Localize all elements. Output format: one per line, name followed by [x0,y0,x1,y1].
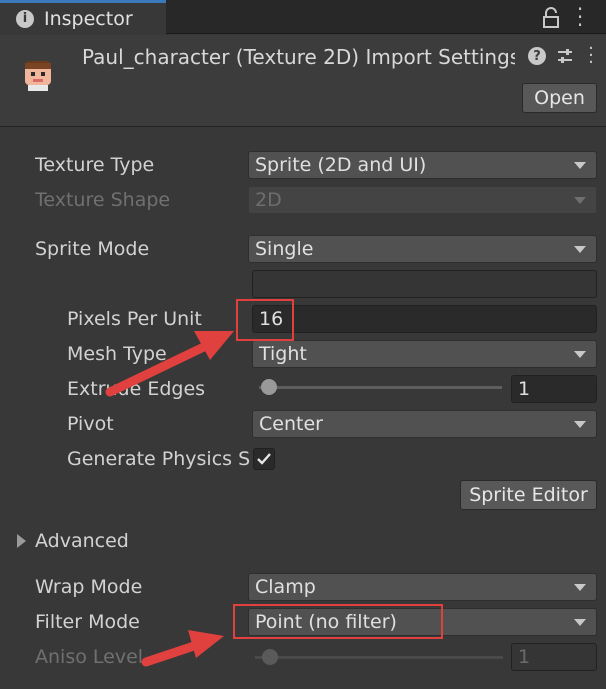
texture-shape-label: Texture Shape [35,189,171,211]
more-menu-icon[interactable]: · · · [574,0,586,35]
generate-physics-shape-label: Generate Physics Shape [67,448,251,470]
pivot-dropdown[interactable]: Center [252,410,597,438]
advanced-foldout-label[interactable]: Advanced [35,530,129,552]
texture-shape-value: 2D [255,189,282,211]
mesh-type-dropdown[interactable]: Tight [252,340,597,368]
texture-type-value: Sprite (2D and UI) [255,154,427,176]
annotation-highlight-pixels-per-unit [236,299,294,341]
wrap-mode-dropdown[interactable]: Clamp [248,573,597,601]
pivot-label: Pivot [67,413,114,435]
chevron-down-icon [574,421,586,428]
chevron-down-icon [574,197,586,204]
packing-tag-field [252,270,597,298]
checkmark-icon [257,453,271,465]
extrude-edges-slider-track[interactable] [259,386,502,389]
chevron-down-icon [574,162,586,169]
help-icon[interactable]: ? [528,47,546,65]
header-more-icon[interactable]: · · · [586,40,596,72]
foldout-arrow-icon[interactable] [17,534,26,548]
wrap-mode-value: Clamp [255,576,316,598]
mesh-type-value: Tight [259,343,307,365]
sprite-editor-button[interactable]: Sprite Editor [460,480,597,510]
texture-type-label: Texture Type [35,154,155,176]
chevron-down-icon [574,246,586,253]
sprite-mode-value: Single [255,238,314,260]
chevron-down-icon [574,619,586,626]
aniso-level-slider-thumb [261,649,278,665]
pixels-per-unit-field[interactable]: 16 [252,305,597,333]
extrude-edges-field[interactable]: 1 [511,375,597,403]
wrap-mode-label: Wrap Mode [35,576,143,598]
extrude-edges-slider-thumb[interactable] [260,379,277,395]
sprite-mode-label: Sprite Mode [35,238,150,260]
open-button[interactable]: Open [522,83,597,113]
annotation-arrow-icon [141,630,224,667]
aniso-level-field: 1 [511,643,597,671]
annotation-highlight-filter-mode [233,604,443,639]
texture-shape-dropdown: 2D [248,186,597,214]
tab-bar: i Inspector · · · [0,0,606,35]
aniso-level-slider-track [255,656,503,659]
tab-inspector[interactable]: i Inspector [0,0,166,34]
chevron-down-icon [574,351,586,358]
aniso-level-label: Aniso Level [35,646,144,668]
pixels-per-unit-label: Pixels Per Unit [67,308,202,330]
asset-header: Paul_character (Texture 2D) Import Setti… [0,35,606,127]
character-avatar-icon [25,61,51,91]
presets-icon[interactable] [556,47,574,65]
mesh-type-label: Mesh Type [67,343,167,365]
info-icon: i [16,9,34,28]
chevron-down-icon [574,584,586,591]
texture-type-dropdown[interactable]: Sprite (2D and UI) [248,151,597,179]
lock-icon[interactable] [541,7,561,29]
sprite-mode-dropdown[interactable]: Single [248,235,597,263]
tab-label: Inspector [44,7,133,30]
extrude-edges-label: Extrude Edges [67,378,206,400]
filter-mode-label: Filter Mode [35,611,140,633]
generate-physics-shape-checkbox[interactable] [253,448,275,470]
pivot-value: Center [259,413,323,435]
asset-title: Paul_character (Texture 2D) Import Setti… [82,45,515,69]
